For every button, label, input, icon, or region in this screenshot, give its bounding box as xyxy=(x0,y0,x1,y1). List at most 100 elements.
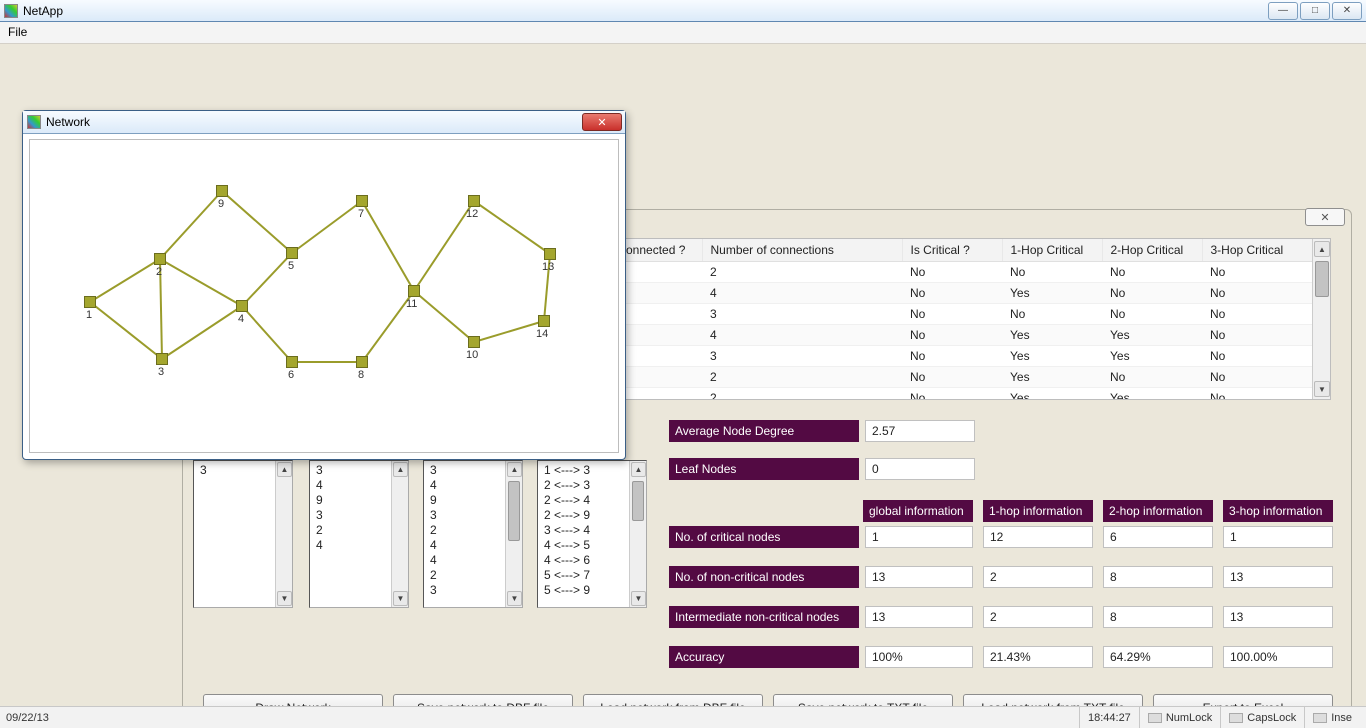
numlock-icon xyxy=(1148,713,1162,723)
graph-node[interactable] xyxy=(408,285,420,297)
value-nncrit-h2: 8 xyxy=(1103,566,1213,588)
value-inter-g: 13 xyxy=(865,606,973,628)
title-bar: NetApp — □ ✕ xyxy=(0,0,1366,22)
col-iscrit[interactable]: Is Critical ? xyxy=(902,239,1002,262)
table-row[interactable]: 2NoYesYesNo xyxy=(612,388,1330,401)
close-button[interactable]: ✕ xyxy=(1332,2,1362,20)
label-2hop-info: 2-hop information xyxy=(1103,500,1213,522)
listbox-1[interactable]: 3 ▲▼ xyxy=(193,460,293,608)
value-ncrit-h3: 1 xyxy=(1223,526,1333,548)
graph-node-label: 4 xyxy=(238,313,244,325)
network-window-title-bar[interactable]: Network ✕ xyxy=(23,111,625,134)
data-table: connected ? Number of connections Is Cri… xyxy=(611,238,1331,400)
scroll-thumb[interactable] xyxy=(1315,261,1329,297)
graph-node[interactable] xyxy=(84,296,96,308)
table-row[interactable]: 3NoNoNoNo xyxy=(612,304,1330,325)
graph-node-label: 2 xyxy=(156,266,162,278)
network-icon xyxy=(27,115,41,129)
graph-node-label: 6 xyxy=(288,369,294,381)
insert-icon xyxy=(1313,713,1327,723)
listbox-3[interactable]: 3 4 9 3 2 4 4 2 3 ▲▼ xyxy=(423,460,523,608)
table-row[interactable]: 4NoYesNoNo xyxy=(612,283,1330,304)
scroll-down-icon[interactable]: ▼ xyxy=(1314,381,1330,397)
value-nncrit-h3: 13 xyxy=(1223,566,1333,588)
value-acc-h1: 21.43% xyxy=(983,646,1093,668)
graph-node-label: 14 xyxy=(536,328,548,340)
graph-node[interactable] xyxy=(156,353,168,365)
graph-node-label: 13 xyxy=(542,261,554,273)
graph-node[interactable] xyxy=(154,253,166,265)
scroll-up-icon[interactable]: ▲ xyxy=(1314,241,1330,257)
table-row[interactable]: 4NoYesYesNo xyxy=(612,325,1330,346)
value-avg-degree: 2.57 xyxy=(865,420,975,442)
graph-node[interactable] xyxy=(236,300,248,312)
value-acc-g: 100% xyxy=(865,646,973,668)
graph-node[interactable] xyxy=(538,315,550,327)
col-h1[interactable]: 1-Hop Critical xyxy=(1002,239,1102,262)
maximize-button[interactable]: □ xyxy=(1300,2,1330,20)
menu-bar: File xyxy=(0,22,1366,44)
col-h2[interactable]: 2-Hop Critical xyxy=(1102,239,1202,262)
graph-node-label: 5 xyxy=(288,260,294,272)
label-ncrit: No. of critical nodes xyxy=(669,526,859,548)
app-icon xyxy=(4,4,18,18)
graph-node[interactable] xyxy=(468,195,480,207)
listbox-4[interactable]: 1 <---> 3 2 <---> 3 2 <---> 4 2 <---> 9 … xyxy=(537,460,647,608)
col-numconn[interactable]: Number of connections xyxy=(702,239,902,262)
graph-node[interactable] xyxy=(286,356,298,368)
minimize-button[interactable]: — xyxy=(1268,2,1298,20)
label-avg-degree: Average Node Degree xyxy=(669,420,859,442)
label-nncrit: No. of non-critical nodes xyxy=(669,566,859,588)
value-inter-h2: 8 xyxy=(1103,606,1213,628)
network-edges xyxy=(30,140,618,452)
value-inter-h3: 13 xyxy=(1223,606,1333,628)
graph-node-label: 3 xyxy=(158,366,164,378)
graph-node-label: 7 xyxy=(358,208,364,220)
value-inter-h1: 2 xyxy=(983,606,1093,628)
table-scrollbar[interactable]: ▲ ▼ xyxy=(1312,239,1330,399)
value-ncrit-h2: 6 xyxy=(1103,526,1213,548)
graph-node-label: 1 xyxy=(86,309,92,321)
value-acc-h2: 64.29% xyxy=(1103,646,1213,668)
label-global-info: global information xyxy=(863,500,973,522)
value-ncrit-h1: 12 xyxy=(983,526,1093,548)
graph-node-label: 11 xyxy=(406,298,417,310)
value-nncrit-h1: 2 xyxy=(983,566,1093,588)
menu-file[interactable]: File xyxy=(8,25,27,39)
network-canvas: 1234567891011121314 xyxy=(29,139,619,453)
value-leaf-nodes: 0 xyxy=(865,458,975,480)
graph-node-label: 12 xyxy=(466,208,478,220)
graph-node[interactable] xyxy=(286,247,298,259)
graph-node[interactable] xyxy=(216,185,228,197)
graph-node[interactable] xyxy=(356,356,368,368)
listbox-2[interactable]: 3 4 9 3 2 4 ▲▼ xyxy=(309,460,409,608)
status-numlock: NumLock xyxy=(1166,712,1212,724)
graph-node-label: 9 xyxy=(218,198,224,210)
label-inter: Intermediate non-critical nodes xyxy=(669,606,859,628)
value-acc-h3: 100.00% xyxy=(1223,646,1333,668)
status-time: 18:44:27 xyxy=(1088,712,1131,724)
graph-node[interactable] xyxy=(544,248,556,260)
status-capslock: CapsLock xyxy=(1247,712,1296,724)
status-bar: 09/22/13 18:44:27 NumLock CapsLock Inse xyxy=(0,706,1366,728)
table-row[interactable]: 3NoYesYesNo xyxy=(612,346,1330,367)
network-window[interactable]: Network ✕ 1234567891011121314 xyxy=(22,110,626,460)
network-window-title: Network xyxy=(46,115,90,129)
label-accuracy: Accuracy xyxy=(669,646,859,668)
graph-node-label: 8 xyxy=(358,369,364,381)
value-nncrit-g: 13 xyxy=(865,566,973,588)
label-3hop-info: 3-hop information xyxy=(1223,500,1333,522)
graph-node-label: 10 xyxy=(466,349,478,361)
network-close-button[interactable]: ✕ xyxy=(582,113,622,131)
capslock-icon xyxy=(1229,713,1243,723)
graph-node[interactable] xyxy=(468,336,480,348)
app-title: NetApp xyxy=(23,4,63,18)
value-ncrit-g: 1 xyxy=(865,526,973,548)
col-h3[interactable]: 3-Hop Critical xyxy=(1202,239,1330,262)
label-1hop-info: 1-hop information xyxy=(983,500,1093,522)
table-row[interactable]: 2NoYesNoNo xyxy=(612,367,1330,388)
panel-collapse-button[interactable]: ✕ xyxy=(1305,208,1345,226)
graph-node[interactable] xyxy=(356,195,368,207)
status-insert: Inse xyxy=(1331,712,1352,724)
table-row[interactable]: 2NoNoNoNo xyxy=(612,262,1330,283)
